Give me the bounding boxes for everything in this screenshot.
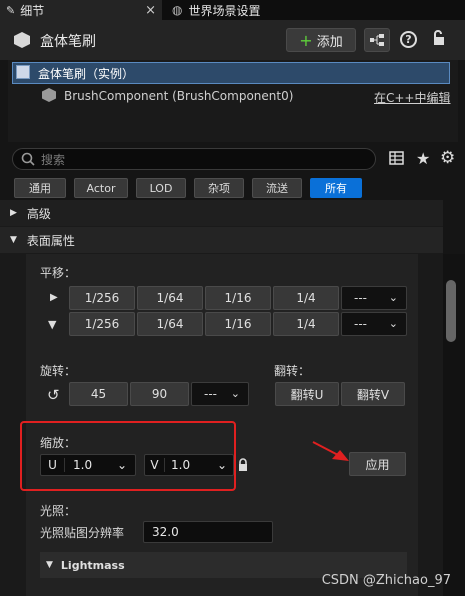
tab-world-settings[interactable]: ◍ 世界场景设置 bbox=[166, 0, 306, 20]
filter-all[interactable]: 所有 bbox=[310, 178, 362, 198]
rotate-icon[interactable]: ↺ bbox=[47, 386, 60, 404]
tab-world-label: 世界场景设置 bbox=[188, 3, 261, 18]
details-tab-icon: ✎ bbox=[6, 3, 16, 17]
scale-u-value[interactable]: 1.0 bbox=[65, 458, 117, 472]
plus-icon: + bbox=[299, 30, 313, 50]
category-advanced[interactable]: ▶ 高级 bbox=[0, 200, 443, 226]
chevron-down-icon[interactable]: ⌄ bbox=[117, 458, 135, 472]
lighting-label: 光照： bbox=[40, 504, 77, 518]
red-arrow-annotation bbox=[312, 441, 349, 461]
close-tab-icon[interactable]: × bbox=[145, 3, 156, 18]
filter-lod[interactable]: LOD bbox=[136, 178, 186, 198]
flip-v-button[interactable]: 翻转V bbox=[341, 382, 405, 406]
search-placeholder: 搜索 bbox=[41, 152, 66, 167]
pan-v-1-4-button[interactable]: 1/4 bbox=[273, 312, 339, 336]
pan-v-dropdown-value: --- bbox=[354, 317, 367, 331]
add-button[interactable]: + 添加 bbox=[286, 28, 356, 52]
category-advanced-label: 高级 bbox=[26, 206, 51, 221]
filter-misc[interactable]: 杂项 bbox=[194, 178, 244, 198]
pan-v-1-64-button[interactable]: 1/64 bbox=[137, 312, 203, 336]
chevron-down-icon[interactable]: ⌄ bbox=[217, 458, 233, 472]
watermark: CSDN @Zhichao_97 bbox=[321, 573, 451, 588]
rotate-90-button[interactable]: 90 bbox=[130, 382, 189, 406]
blueprint-icon[interactable] bbox=[364, 28, 390, 52]
tab-details[interactable]: ✎ 细节 × bbox=[0, 0, 162, 20]
lightmap-resolution-input[interactable]: 32.0 bbox=[143, 521, 273, 543]
search-icon bbox=[21, 152, 35, 166]
category-surface[interactable]: ▼ 表面属性 bbox=[0, 227, 443, 253]
chevron-down-icon: ▼ bbox=[46, 560, 53, 570]
rotate-45-button[interactable]: 45 bbox=[69, 382, 128, 406]
pan-h-1-16-button[interactable]: 1/16 bbox=[205, 286, 271, 310]
globe-icon: ◍ bbox=[172, 3, 183, 17]
scale-v-field[interactable]: V 1.0 ⌄ bbox=[144, 454, 234, 476]
chevron-down-icon: ⌄ bbox=[388, 291, 398, 304]
settings-gear-icon[interactable]: ⚙ bbox=[440, 148, 455, 168]
scale-u-field[interactable]: U 1.0 ⌄ bbox=[40, 454, 136, 476]
instance-icon bbox=[16, 65, 30, 79]
scrollbar-thumb[interactable] bbox=[446, 280, 456, 342]
apply-button[interactable]: 应用 bbox=[349, 452, 406, 476]
lightmap-resolution-label: 光照贴图分辨率 bbox=[40, 526, 125, 540]
scale-v-value[interactable]: 1.0 bbox=[165, 458, 217, 472]
unlock-icon[interactable] bbox=[432, 30, 446, 49]
category-surface-label: 表面属性 bbox=[26, 233, 75, 248]
chevron-down-icon: ▼ bbox=[10, 235, 17, 245]
chevron-down-icon: ⌄ bbox=[388, 317, 398, 330]
filter-actor[interactable]: Actor bbox=[74, 178, 128, 198]
rotate-dropdown[interactable]: --- ⌄ bbox=[191, 382, 249, 406]
chevron-right-icon: ▶ bbox=[10, 208, 17, 218]
scale-u-axis-label: U bbox=[41, 458, 65, 472]
flip-label: 翻转： bbox=[274, 364, 311, 378]
pan-h-dropdown[interactable]: --- ⌄ bbox=[341, 286, 407, 310]
pan-label: 平移： bbox=[40, 266, 77, 280]
rotate-label: 旋转： bbox=[40, 364, 77, 378]
pan-v-1-256-button[interactable]: 1/256 bbox=[69, 312, 135, 336]
filter-general[interactable]: 通用 bbox=[14, 178, 66, 198]
rotate-dropdown-value: --- bbox=[204, 387, 217, 401]
pan-h-1-4-button[interactable]: 1/4 bbox=[273, 286, 339, 310]
pan-h-1-64-button[interactable]: 1/64 bbox=[137, 286, 203, 310]
flip-u-button[interactable]: 翻转U bbox=[275, 382, 339, 406]
actor-title: 盒体笔刷 bbox=[40, 34, 96, 50]
filter-streaming[interactable]: 流送 bbox=[252, 178, 302, 198]
tree-child-label[interactable]: BrushComponent (BrushComponent0) bbox=[64, 89, 293, 103]
pan-h-dropdown-value: --- bbox=[354, 291, 367, 305]
help-icon[interactable]: ? bbox=[400, 31, 417, 48]
pan-v-1-16-button[interactable]: 1/16 bbox=[205, 312, 271, 336]
lightmass-label: Lightmass bbox=[60, 558, 125, 572]
table-view-icon[interactable] bbox=[389, 151, 404, 168]
favorite-star-icon[interactable]: ★ bbox=[416, 149, 430, 168]
scale-label: 缩放： bbox=[40, 436, 77, 450]
pan-down-arrow-icon[interactable]: ▼ bbox=[48, 318, 56, 331]
tab-details-label: 细节 bbox=[20, 3, 45, 18]
lock-icon[interactable] bbox=[238, 458, 248, 474]
scale-v-axis-label: V bbox=[145, 458, 165, 472]
chevron-down-icon: ⌄ bbox=[230, 387, 240, 400]
tree-root-label: 盒体笔刷（实例） bbox=[38, 67, 135, 81]
add-button-label: 添加 bbox=[316, 34, 343, 50]
edit-in-cpp-link[interactable]: 在C++中编辑 bbox=[374, 89, 451, 106]
pan-h-1-256-button[interactable]: 1/256 bbox=[69, 286, 135, 310]
pan-right-arrow-icon[interactable]: ▶ bbox=[50, 292, 58, 303]
search-input[interactable]: 搜索 bbox=[12, 148, 376, 170]
pan-v-dropdown[interactable]: --- ⌄ bbox=[341, 312, 407, 336]
